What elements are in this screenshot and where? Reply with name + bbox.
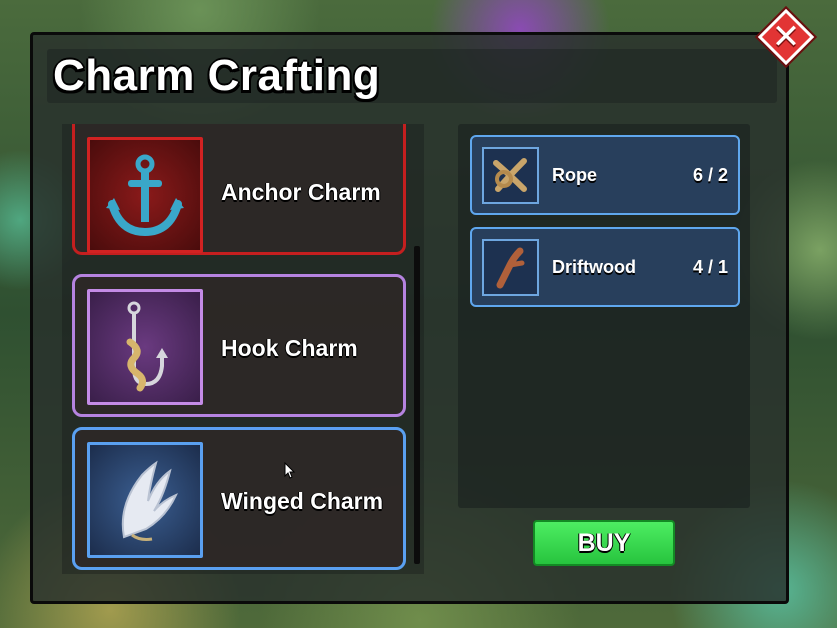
charm-name: Winged Charm xyxy=(221,488,384,514)
hook-icon xyxy=(126,301,168,392)
anchor-icon xyxy=(106,154,184,237)
buy-button[interactable]: BUY xyxy=(533,520,675,566)
charm-thumbnail xyxy=(87,289,203,405)
charm-card-anchor[interactable]: Anchor Charm xyxy=(72,124,406,255)
wing-icon xyxy=(121,460,178,541)
requirement-name: Rope xyxy=(552,165,597,185)
requirement-thumbnail xyxy=(482,147,539,204)
charm-card-winged[interactable]: Winged Charm xyxy=(72,427,406,570)
charm-list[interactable]: Anchor Charm Hook Charm Winged Charm xyxy=(62,124,420,574)
requirement-item: Rope 6 / 2 xyxy=(470,135,740,215)
close-icon: ✕ xyxy=(771,18,801,56)
panel-title: Charm Crafting xyxy=(53,51,381,100)
mouse-cursor-icon xyxy=(284,462,296,479)
requirement-count: 6 / 2 xyxy=(692,165,728,185)
requirement-item: Driftwood 4 / 1 xyxy=(470,227,740,307)
requirements-panel: Rope 6 / 2 Driftwood 4 / 1 xyxy=(458,124,750,508)
requirement-count: 4 / 1 xyxy=(692,257,728,277)
charm-name: Anchor Charm xyxy=(221,179,381,205)
requirement-thumbnail xyxy=(482,239,539,296)
charm-thumbnail xyxy=(87,442,203,558)
charm-thumbnail xyxy=(87,137,203,253)
charm-name: Hook Charm xyxy=(221,335,358,361)
charm-card-hook[interactable]: Hook Charm xyxy=(72,274,406,417)
requirement-name: Driftwood xyxy=(552,257,636,277)
list-scrollbar[interactable] xyxy=(414,246,420,564)
rope-icon xyxy=(493,158,527,192)
close-button[interactable]: ✕ xyxy=(754,5,818,69)
driftwood-icon xyxy=(496,247,525,289)
